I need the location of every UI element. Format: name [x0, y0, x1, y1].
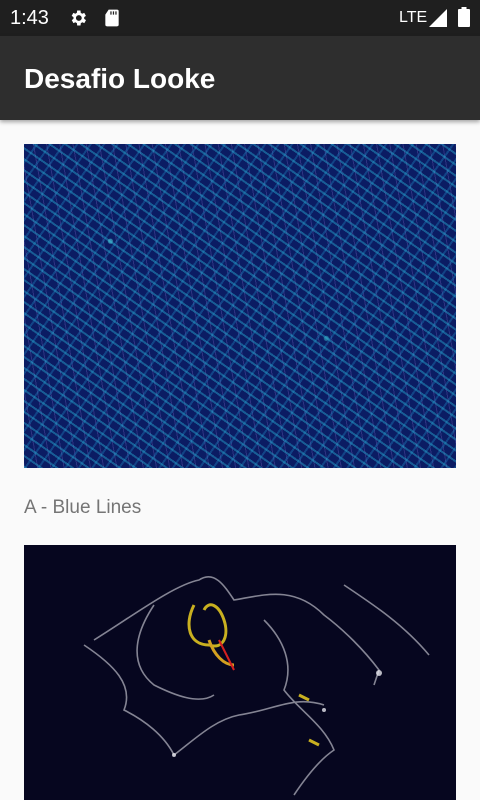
gear-icon — [71, 10, 86, 26]
video-list[interactable]: A - Blue Lines — [0, 120, 480, 800]
app-bar: Desafio Looke — [0, 36, 480, 120]
video-thumbnail[interactable] — [24, 545, 456, 800]
status-time: 1:43 — [10, 7, 49, 29]
status-bar: 1:43 LTE — [0, 0, 480, 36]
thumbnail-artwork — [83, 576, 430, 796]
battery-icon — [458, 7, 470, 27]
video-thumbnail-blue-lines[interactable] — [24, 144, 456, 468]
sd-card-icon — [105, 9, 119, 27]
app-title: Desafio Looke — [24, 63, 216, 94]
video-caption: A - Blue Lines — [24, 497, 142, 518]
network-type: LTE — [399, 9, 428, 26]
signal-icon — [429, 9, 447, 27]
